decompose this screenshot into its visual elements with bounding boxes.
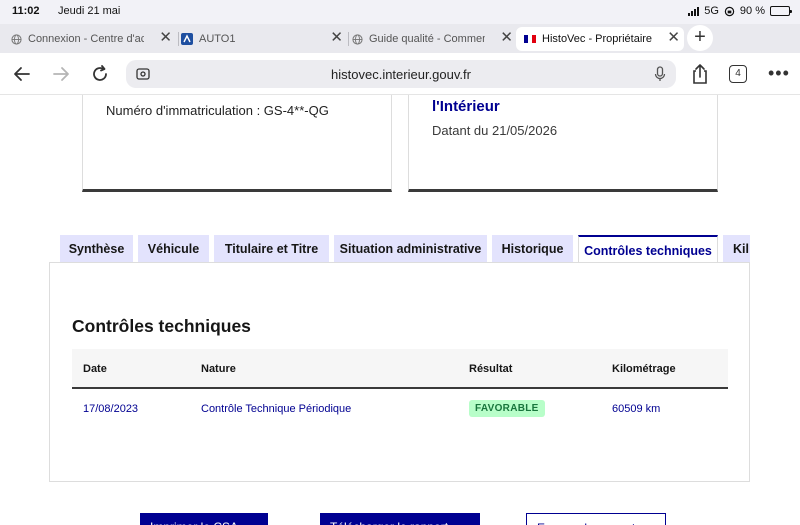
column-result: Résultat	[469, 363, 513, 375]
result-badge: FAVORABLE	[469, 400, 545, 417]
browser-tab-active[interactable]: HistoVec - Propriétaire ✕	[516, 27, 684, 51]
browser-tab-title: Guide qualité - Commen	[369, 33, 485, 45]
share-icon[interactable]	[690, 63, 710, 85]
table-row: 17/08/2023 Contrôle Technique Périodique…	[72, 391, 728, 431]
battery-icon	[770, 6, 792, 16]
column-nature: Nature	[201, 363, 236, 375]
browser-tab-title: AUTO1	[199, 33, 236, 45]
tab-situation-administrative[interactable]: Situation administrative	[334, 235, 487, 263]
tab-historique[interactable]: Historique	[492, 235, 573, 263]
close-icon[interactable]: ✕	[330, 30, 343, 46]
download-report-button[interactable]: Télécharger le rapport	[320, 513, 480, 525]
status-time: 11:02	[12, 5, 40, 17]
row-mileage: 60509 km	[612, 403, 661, 415]
table-header: Date Nature Résultat Kilométrage	[72, 349, 728, 389]
orientation-lock-icon	[724, 6, 735, 16]
microphone-icon[interactable]	[654, 66, 666, 82]
status-indicators: 5G 90 %	[688, 5, 792, 17]
browser-tab-title: HistoVec - Propriétaire	[542, 33, 653, 45]
globe-icon	[351, 33, 363, 45]
reload-icon[interactable]	[90, 64, 110, 88]
address-bar-row: histovec.interieur.gouv.fr 4 •••	[0, 53, 800, 95]
browser-tab[interactable]: Connexion - Centre d'ac ✕	[10, 27, 176, 51]
column-mileage: Kilométrage	[612, 363, 676, 375]
registration-card: Numéro d'immatriculation : GS-4**-QG	[82, 95, 392, 192]
forward-arrow-icon[interactable]	[51, 64, 71, 88]
row-date: 17/08/2023	[83, 403, 139, 415]
back-arrow-icon[interactable]	[12, 64, 32, 88]
report-tabs: Synthèse Véhicule Titulaire et Titre Sit…	[60, 235, 750, 263]
controls-panel: Contrôles techniques Date Nature Résulta…	[49, 262, 750, 482]
controls-heading: Contrôles techniques	[72, 316, 251, 336]
registration-number: Numéro d'immatriculation : GS-4**-QG	[106, 103, 329, 118]
browser-tab-bar: Connexion - Centre d'ac ✕ AUTO1 ✕ Guide …	[0, 24, 800, 53]
globe-icon	[10, 33, 22, 45]
issuer-title: l'Intérieur	[432, 98, 500, 115]
browser-tab[interactable]: Guide qualité - Commen ✕	[351, 27, 517, 51]
send-report-button[interactable]: Envoyer le rapport	[526, 513, 666, 525]
browser-tab[interactable]: AUTO1 ✕	[181, 27, 347, 51]
more-icon[interactable]: •••	[768, 63, 790, 84]
row-nature: Contrôle Technique Périodique	[201, 403, 352, 415]
battery-percent: 90 %	[739, 5, 765, 17]
french-flag-icon	[524, 33, 536, 45]
close-icon[interactable]: ✕	[500, 30, 513, 46]
tab-divider	[178, 32, 179, 46]
tab-controles-techniques[interactable]: Contrôles techniques	[578, 235, 718, 263]
new-tab-button[interactable]: +	[687, 25, 713, 51]
auto1-logo-icon	[181, 33, 193, 45]
tab-kilometrage[interactable]: Kil	[723, 235, 750, 263]
close-icon[interactable]: ✕	[667, 30, 680, 46]
signal-icon	[688, 6, 700, 16]
issuer-card: l'Intérieur Datant du 21/05/2026	[408, 95, 718, 192]
tab-synthese[interactable]: Synthèse	[60, 235, 133, 263]
tab-vehicule[interactable]: Véhicule	[138, 235, 209, 263]
report-date: Datant du 21/05/2026	[432, 123, 558, 138]
print-csa-button[interactable]: Imprimer le CSA	[140, 513, 268, 525]
tab-count-button[interactable]: 4	[729, 65, 747, 83]
browser-tab-title: Connexion - Centre d'ac	[28, 33, 144, 45]
network-type: 5G	[704, 5, 719, 17]
url-field[interactable]: histovec.interieur.gouv.fr	[126, 60, 676, 88]
status-bar: 11:02 Jeudi 21 mai 5G 90 %	[0, 0, 800, 24]
url-text: histovec.interieur.gouv.fr	[331, 67, 471, 82]
column-date: Date	[83, 363, 107, 375]
tab-divider	[348, 32, 349, 46]
status-date: Jeudi 21 mai	[58, 5, 121, 17]
tab-titulaire[interactable]: Titulaire et Titre	[214, 235, 329, 263]
close-icon[interactable]: ✕	[159, 30, 172, 46]
